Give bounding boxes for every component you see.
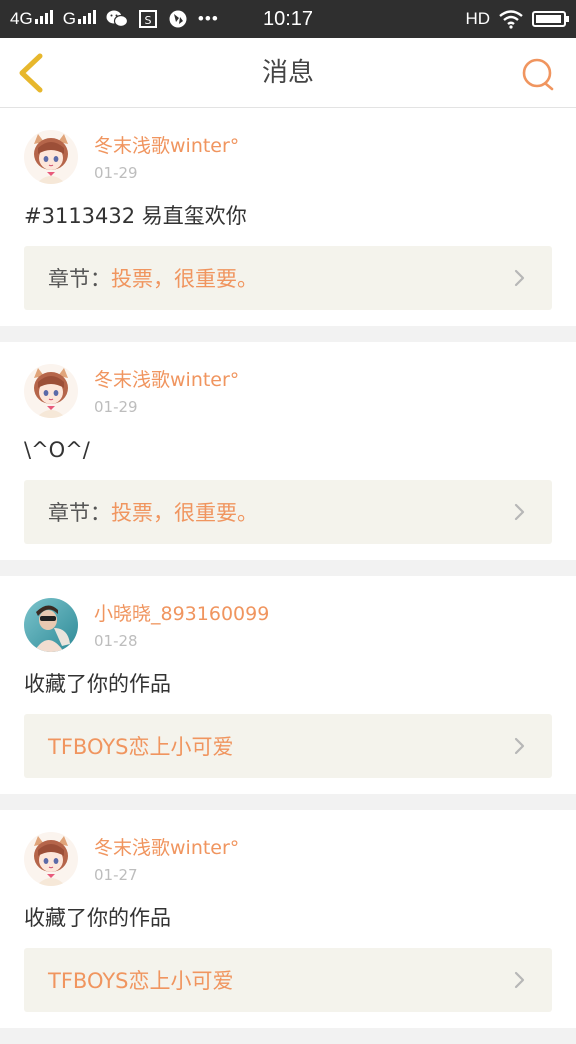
photo-avatar-icon [24,598,78,652]
chevron-right-icon [514,737,525,755]
message-card: 冬末浅歌winter° 01-27 收藏了你的作品 TFBOYS恋上小可爱 [0,810,576,1028]
svg-text:S: S [144,14,151,27]
user-row: 冬末浅歌winter° 01-29 [24,364,552,418]
username[interactable]: 小晓晓_893160099 [94,602,269,626]
message-date: 01-29 [94,164,138,182]
message-card: 冬末浅歌winter° 01-29 #3113432 易直玺欢你 章节： 投票，… [0,108,576,326]
screenshot-icon: S [138,10,157,28]
avatar[interactable] [24,832,78,886]
message-content: 收藏了你的作品 [24,672,171,696]
battery-level [536,15,561,23]
status-right: HD [465,9,569,29]
reference-link[interactable]: 章节： 投票，很重要。 [24,246,552,310]
user-row: 冬末浅歌winter° 01-27 [24,832,552,886]
reference-link[interactable]: TFBOYS恋上小可爱 [24,714,552,778]
username[interactable]: 冬末浅歌winter° [94,836,239,860]
reference-link[interactable]: TFBOYS恋上小可爱 [24,948,552,1012]
reference-title: 投票，很重要。 [111,501,258,525]
chevron-right-icon [514,971,525,989]
network-g: G [63,9,96,29]
message-content: \^O^/ [24,438,90,462]
wifi-icon [499,10,523,29]
chevron-right-icon [514,503,525,521]
avatar[interactable] [24,598,78,652]
avatar[interactable] [24,364,78,418]
network-4g: 4G [10,9,53,29]
anime-girl-avatar-icon [24,130,78,184]
message-content: 收藏了你的作品 [24,906,171,930]
anime-girl-avatar-icon [24,832,78,886]
status-bar: 4G G S ••• 10:17 HD [0,0,576,38]
hd-indicator: HD [465,9,490,28]
search-icon [522,58,554,91]
reference-link[interactable]: 章节： 投票，很重要。 [24,480,552,544]
message-date: 01-28 [94,632,138,650]
message-card: 小晓晓_893160099 01-28 收藏了你的作品 TFBOYS恋上小可爱 [0,576,576,794]
signal-icon [34,10,53,24]
reference-title: TFBOYS恋上小可爱 [48,735,234,759]
status-left: 4G G S ••• [10,9,219,29]
message-date: 01-27 [94,866,138,884]
browser-icon [169,10,187,28]
message-card: 冬末浅歌winter° 01-29 \^O^/ 章节： 投票，很重要。 [0,342,576,560]
anime-girl-avatar-icon [24,364,78,418]
avatar[interactable] [24,130,78,184]
battery-icon [532,11,569,27]
reference-prefix: 章节： [48,267,111,291]
search-button[interactable] [520,56,556,92]
user-row: 小晓晓_893160099 01-28 [24,598,552,652]
reference-title: TFBOYS恋上小可爱 [48,969,234,993]
message-list: 冬末浅歌winter° 01-29 #3113432 易直玺欢你 章节： 投票，… [0,108,576,1044]
message-date: 01-29 [94,398,138,416]
message-content: #3113432 易直玺欢你 [24,204,247,228]
username[interactable]: 冬末浅歌winter° [94,368,239,392]
wechat-icon [106,10,128,28]
signal-icon [77,10,96,24]
username[interactable]: 冬末浅歌winter° [94,134,239,158]
reference-title: 投票，很重要。 [111,267,258,291]
chevron-right-icon [514,269,525,287]
more-icon: ••• [197,9,219,28]
user-row: 冬末浅歌winter° 01-29 [24,130,552,184]
app-header: 消息 [0,38,576,108]
reference-prefix: 章节： [48,501,111,525]
page-title: 消息 [261,58,314,88]
